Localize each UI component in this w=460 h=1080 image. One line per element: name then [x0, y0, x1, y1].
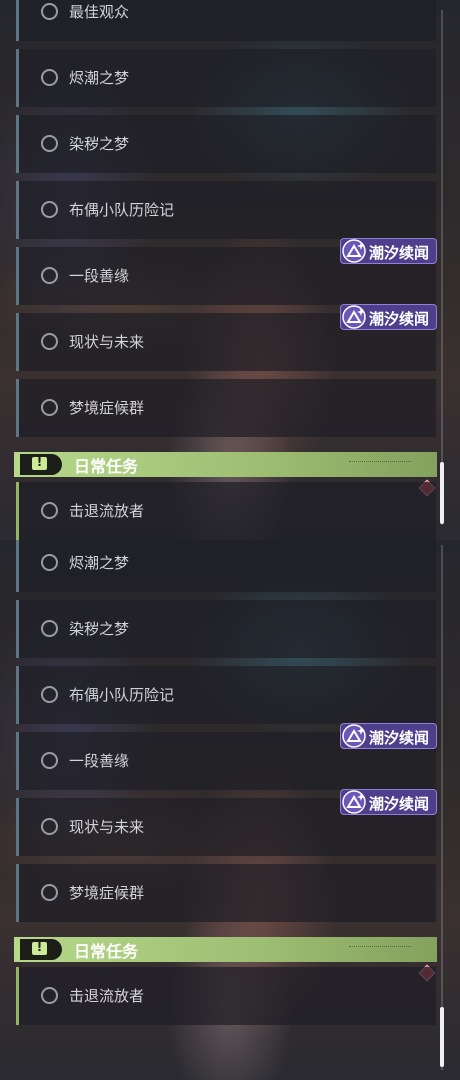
tide-sparkle-icon: [342, 790, 366, 814]
daily-tasks-title: 日常任务: [74, 942, 139, 961]
quest-item[interactable]: 梦境症候群: [16, 379, 436, 437]
tide-sparkle-icon: [342, 305, 366, 329]
quest-label: 染秽之梦: [69, 135, 130, 153]
badge-label: 潮汐续闻: [369, 795, 430, 813]
badge-label: 潮汐续闻: [369, 310, 430, 328]
quest-status-circle-icon: [41, 987, 58, 1004]
quest-panel-bottom: 烬潮之梦 染秽之梦 布偶小队历险记 一段善缘 潮汐续闻 现状与未来 潮汐续闻 梦…: [0, 540, 460, 1080]
quest-label: 布偶小队历险记: [69, 686, 175, 704]
quest-label: 现状与未来: [69, 333, 145, 351]
quest-item[interactable]: 烬潮之梦: [16, 49, 436, 107]
quest-label: 一段善缘: [69, 267, 130, 285]
tide-sequel-badge: 潮汐续闻: [340, 789, 437, 815]
tide-sequel-badge: 潮汐续闻: [340, 238, 437, 264]
quest-label: 击退流放者: [69, 987, 145, 1005]
daily-tasks-title: 日常任务: [74, 457, 139, 476]
quest-item[interactable]: 布偶小队历险记: [16, 181, 436, 239]
quest-status-circle-icon: [41, 818, 58, 835]
quest-label: 一段善缘: [69, 752, 130, 770]
daily-quest-item[interactable]: 击退流放者: [16, 967, 436, 1025]
daily-tasks-header[interactable]: ! 日常任务: [14, 452, 437, 477]
header-decoration: [349, 461, 411, 466]
tide-sequel-badge: 潮汐续闻: [340, 304, 437, 330]
daily-quest-item[interactable]: 击退流放者: [16, 482, 436, 540]
quest-item[interactable]: 布偶小队历险记: [16, 666, 436, 724]
quest-item[interactable]: 烬潮之梦: [16, 540, 436, 592]
scrollbar-thumb[interactable]: [440, 1007, 444, 1067]
scrollbar-track[interactable]: [441, 545, 443, 1070]
quest-status-circle-icon: [41, 554, 58, 571]
tide-sparkle-icon: [342, 239, 366, 263]
quest-status-circle-icon: [41, 686, 58, 703]
quest-status-circle-icon: [41, 399, 58, 416]
quest-label: 最佳观众: [69, 3, 130, 21]
badge-label: 潮汐续闻: [369, 729, 430, 747]
quest-label: 染秽之梦: [69, 620, 130, 638]
quest-panel-top: 最佳观众 烬潮之梦 染秽之梦 布偶小队历险记 一段善缘 潮汐续闻 现状与未来 潮…: [0, 0, 460, 540]
quest-status-circle-icon: [41, 135, 58, 152]
scrollbar-thumb[interactable]: [440, 462, 444, 524]
quest-label: 击退流放者: [69, 502, 145, 520]
quest-status-circle-icon: [41, 502, 58, 519]
quest-label: 布偶小队历险记: [69, 201, 175, 219]
quest-status-circle-icon: [41, 267, 58, 284]
quest-label: 现状与未来: [69, 818, 145, 836]
quest-status-circle-icon: [41, 69, 58, 86]
quest-label: 烬潮之梦: [69, 554, 130, 572]
quest-item[interactable]: 染秽之梦: [16, 600, 436, 658]
quest-status-circle-icon: [41, 3, 58, 20]
quest-label: 梦境症候群: [69, 399, 145, 417]
scrollbar-track[interactable]: [441, 10, 443, 525]
quest-item[interactable]: 最佳观众: [16, 0, 436, 41]
quest-status-circle-icon: [41, 752, 58, 769]
quest-status-circle-icon: [41, 620, 58, 637]
alert-icon: !: [20, 939, 62, 960]
badge-label: 潮汐续闻: [369, 244, 430, 262]
quest-label: 烬潮之梦: [69, 69, 130, 87]
quest-status-circle-icon: [41, 333, 58, 350]
tide-sparkle-icon: [342, 724, 366, 748]
alert-icon: !: [20, 454, 62, 475]
quest-item[interactable]: 染秽之梦: [16, 115, 436, 173]
quest-status-circle-icon: [41, 201, 58, 218]
header-decoration: [349, 946, 411, 951]
quest-label: 梦境症候群: [69, 884, 145, 902]
quest-item[interactable]: 梦境症候群: [16, 864, 436, 922]
daily-tasks-header[interactable]: ! 日常任务: [14, 937, 437, 962]
quest-status-circle-icon: [41, 884, 58, 901]
tide-sequel-badge: 潮汐续闻: [340, 723, 437, 749]
